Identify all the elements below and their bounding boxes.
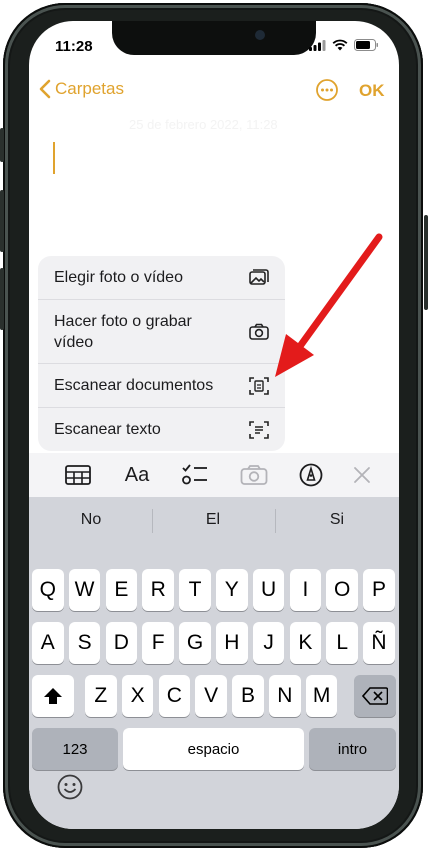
key-t[interactable]: T [179,569,211,611]
key-n[interactable]: N [269,675,301,717]
key-ñ[interactable]: Ñ [363,622,395,664]
key-s[interactable]: S [68,622,101,664]
ok-button[interactable]: OK [359,81,385,101]
back-button[interactable]: Carpetas [39,79,124,99]
format-text-icon: Aa [124,463,150,486]
doc-scan-icon [249,376,269,395]
keyboard: No El Si 123 espacio intro QWERTYUIOP ASD… [29,497,399,829]
photo-icon [249,268,269,285]
more-button[interactable] [316,79,338,101]
volume-down-button [0,268,4,330]
menu-item-label: Hacer foto o grabar vídeo [54,312,192,351]
key-q[interactable]: Q [32,569,64,611]
shift-key[interactable] [32,675,74,717]
key-g[interactable]: G [179,622,211,664]
screen: 11:28 Carpetas OK 25 de febrero 2022, 11… [29,21,399,829]
key-l[interactable]: L [326,622,358,664]
table-button[interactable] [64,462,92,488]
key-m[interactable]: M [305,675,338,717]
close-button[interactable] [348,462,376,488]
menu-item-label: Escanear documentos [54,377,214,394]
space-key[interactable]: espacio [123,728,304,770]
numbers-key[interactable]: 123 [32,728,118,770]
note-date: 25 de febrero 2022, 11:28 [129,117,278,132]
more-icon [316,79,338,101]
silent-switch [0,128,4,162]
return-key[interactable]: intro [309,728,396,770]
key-y[interactable]: Y [216,569,248,611]
camera-icon [240,465,268,485]
back-label: Carpetas [55,79,124,98]
key-r[interactable]: R [142,569,174,611]
status-time: 11:28 [55,38,93,55]
power-button [424,215,428,310]
text-scan-icon [249,420,269,439]
key-j[interactable]: J [252,622,285,664]
delete-key[interactable] [354,675,396,717]
menu-item-take-photo[interactable]: Hacer foto o grabar vídeo [38,300,285,364]
key-u[interactable]: U [252,569,285,611]
markup-pen-icon [299,463,323,487]
battery-icon [354,39,378,51]
delete-backspace-icon [362,687,388,705]
shift-icon [44,688,62,704]
checklist-button[interactable] [181,462,209,488]
key-d[interactable]: D [105,622,138,664]
suggestion-item[interactable]: No [31,511,151,529]
key-b[interactable]: B [232,675,264,717]
suggestion-divider [275,509,276,533]
key-h[interactable]: H [216,622,248,664]
key-k[interactable]: K [289,622,322,664]
key-f[interactable]: F [142,622,174,664]
attachment-menu: Elegir foto o vídeo Hacer foto o grabar … [38,256,285,451]
menu-item-label: Escanear texto [54,421,161,438]
suggestion-bar: No El Si [29,497,399,545]
suggestion-item[interactable]: Si [277,511,397,529]
nav-bar: Carpetas OK [29,77,399,107]
status-icons [309,39,379,51]
suggestion-item[interactable]: El [153,511,273,529]
key-z[interactable]: Z [85,675,117,717]
key-o[interactable]: O [326,569,358,611]
menu-item-label: Elegir foto o vídeo [54,269,183,286]
key-e[interactable]: E [105,569,138,611]
notes-toolbar: Aa [29,453,399,497]
camera-lens [255,30,265,40]
close-icon [354,467,370,483]
text-cursor [53,142,55,174]
camera-button[interactable] [240,462,268,488]
signal-icon [309,39,326,51]
menu-item-scan-text[interactable]: Escanear texto [38,408,285,451]
menu-item-choose-photo[interactable]: Elegir foto o vídeo [38,256,285,300]
table-icon [65,465,91,485]
key-w[interactable]: W [68,569,101,611]
menu-item-scan-documents[interactable]: Escanear documentos [38,364,285,408]
volume-up-button [0,190,4,252]
key-c[interactable]: C [158,675,191,717]
checklist-icon [182,464,207,485]
chevron-left-icon [39,79,51,99]
notch [112,21,316,55]
wifi-icon [332,39,348,51]
key-v[interactable]: V [195,675,227,717]
markup-button[interactable] [297,462,325,488]
camera-icon [249,323,269,340]
key-x[interactable]: X [121,675,154,717]
key-i[interactable]: I [289,569,322,611]
emoji-icon[interactable] [57,774,83,800]
key-p[interactable]: P [363,569,395,611]
format-button[interactable]: Aa [121,462,153,488]
key-a[interactable]: A [32,622,64,664]
